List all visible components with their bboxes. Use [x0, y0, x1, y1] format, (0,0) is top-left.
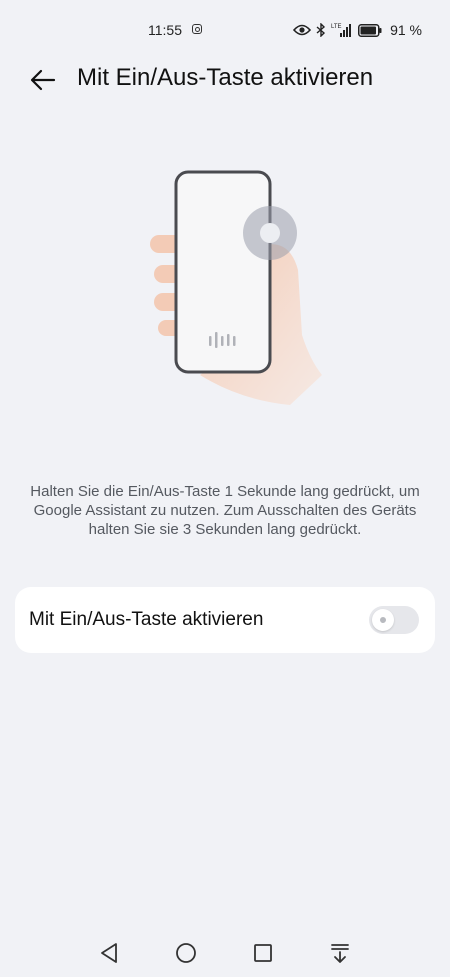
press-indicator-inner — [260, 223, 280, 243]
toggle-knob — [372, 609, 394, 631]
home-circle-icon — [176, 943, 196, 963]
back-triangle-icon — [101, 943, 117, 963]
nav-notification-button[interactable] — [327, 940, 353, 966]
status-icons: LTE 91 % — [293, 20, 422, 40]
back-button[interactable] — [28, 65, 58, 95]
network-type-label: LTE — [331, 24, 342, 30]
phone-in-hand-illustration — [150, 170, 322, 405]
status-bar: 11:55 LTE 91 % — [0, 0, 450, 62]
sound-bar-5 — [233, 336, 236, 346]
setting-card[interactable]: Mit Ein/Aus-Taste aktivieren — [15, 587, 435, 653]
activation-toggle[interactable] — [369, 606, 419, 634]
battery-percent: 91 % — [390, 22, 422, 38]
sound-bar-4 — [227, 334, 230, 346]
eye-icon — [293, 24, 312, 36]
notification-pull-icon — [331, 944, 349, 963]
status-time: 11:55 — [148, 22, 182, 38]
battery-icon — [358, 23, 382, 37]
recents-square-icon — [254, 944, 272, 962]
sound-bar-1 — [209, 336, 212, 346]
signal-icon: LTE — [331, 24, 352, 37]
sound-bar-3 — [221, 336, 224, 346]
bluetooth-icon — [316, 23, 326, 37]
app-header: Mit Ein/Aus-Taste aktivieren — [0, 62, 450, 96]
arrow-left-icon — [30, 69, 56, 91]
nav-home-button[interactable] — [173, 940, 199, 966]
nav-back-button[interactable] — [96, 940, 122, 966]
nav-recents-button[interactable] — [250, 940, 276, 966]
feature-description: Halten Sie die Ein/Aus-Taste 1 Sekunde l… — [30, 483, 420, 538]
setting-label: Mit Ein/Aus-Taste aktivieren — [29, 609, 264, 630]
page-title: Mit Ein/Aus-Taste aktivieren — [77, 64, 374, 91]
sound-bar-2 — [215, 332, 218, 348]
system-nav-bar — [0, 930, 450, 977]
camera-notification-icon — [192, 24, 202, 34]
